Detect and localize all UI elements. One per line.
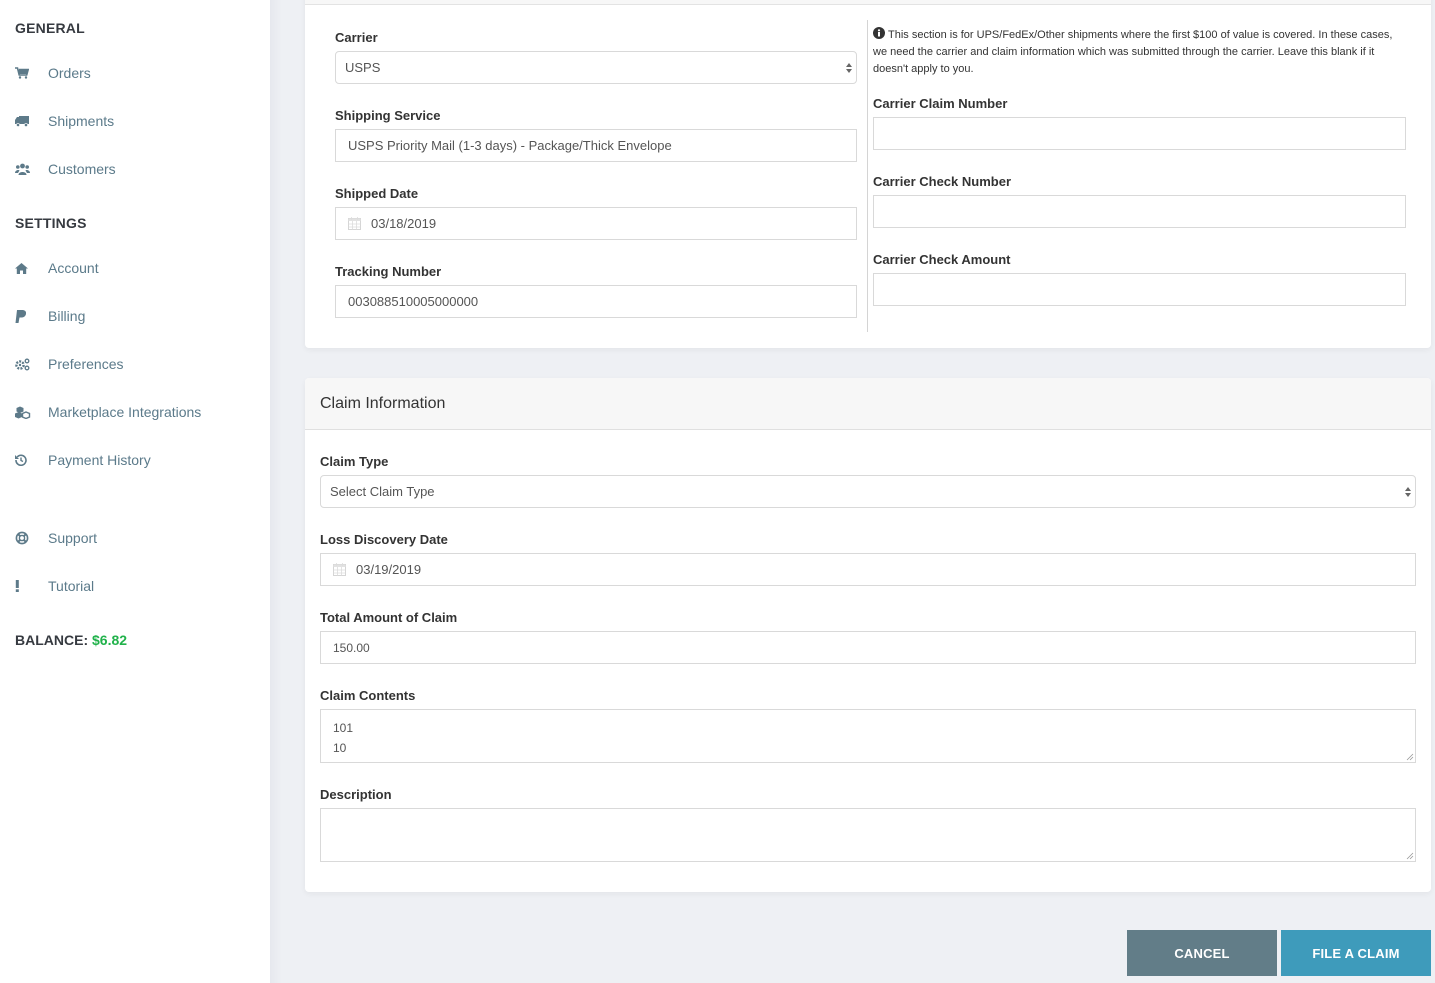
shopping-cart-icon: [15, 65, 48, 81]
tracking-number-input[interactable]: 003088510005000000: [335, 285, 857, 318]
claim-contents-textarea[interactable]: 101 10: [320, 709, 1416, 763]
sidebar-item-label: Billing: [48, 308, 86, 324]
carrier-value: USPS: [345, 60, 381, 75]
carrier-claim-number-label: Carrier Claim Number: [873, 96, 1008, 111]
sidebar: GENERAL Orders Shipments Customers SETTI…: [0, 0, 270, 983]
shipped-date-label: Shipped Date: [335, 186, 419, 201]
info-circle-icon: [873, 27, 885, 39]
settings-heading: SETTINGS: [15, 215, 87, 231]
cubes-icon: [15, 404, 48, 420]
total-amount-value: 150.00: [333, 640, 370, 655]
sidebar-item-label: Preferences: [48, 356, 124, 372]
paypal-icon: [15, 308, 48, 324]
sidebar-item-label: Marketplace Integrations: [48, 404, 202, 420]
sidebar-item-shipments[interactable]: Shipments: [15, 110, 255, 132]
carrier-check-amount-label: Carrier Check Amount: [873, 252, 1011, 267]
sidebar-item-label: Customers: [48, 161, 116, 177]
loss-discovery-date-label: Loss Discovery Date: [320, 532, 448, 547]
calendar-icon: [333, 563, 346, 576]
loss-discovery-date-value: 03/19/2019: [356, 562, 422, 577]
claim-type-label: Claim Type: [320, 454, 389, 469]
sidebar-item-orders[interactable]: Orders: [15, 62, 255, 84]
sidebar-item-label: Account: [48, 260, 99, 276]
sidebar-item-label: Orders: [48, 65, 91, 81]
claim-information-card: Claim Information Claim Type Select Clai…: [305, 378, 1431, 892]
carrier-info-note: This section is for UPS/FedEx/Other ship…: [873, 27, 1393, 78]
claim-contents-line: 10: [333, 741, 347, 755]
claim-contents-line: 101: [333, 721, 354, 735]
file-claim-button[interactable]: FILE A CLAIM: [1281, 930, 1431, 976]
general-heading: GENERAL: [15, 20, 85, 36]
sidebar-item-payment-history[interactable]: Payment History: [15, 449, 255, 471]
shipping-service-value: USPS Priority Mail (1-3 days) - Package/…: [348, 138, 672, 153]
claim-type-placeholder: Select Claim Type: [330, 484, 435, 499]
select-arrows-icon: [1405, 487, 1411, 497]
carrier-check-number-input[interactable]: [873, 195, 1406, 228]
shipped-date-input[interactable]: 03/18/2019: [335, 207, 857, 240]
shipped-date-value: 03/18/2019: [371, 216, 437, 231]
sidebar-item-billing[interactable]: Billing: [15, 305, 255, 327]
claim-card-title: Claim Information: [320, 395, 446, 412]
sidebar-item-account[interactable]: Account: [15, 257, 255, 279]
users-icon: [15, 161, 48, 177]
shipping-service-input[interactable]: USPS Priority Mail (1-3 days) - Package/…: [335, 129, 857, 162]
life-ring-icon: [15, 530, 48, 546]
sidebar-edge: [270, 0, 282, 983]
sidebar-item-marketplace-integrations[interactable]: Marketplace Integrations: [15, 401, 255, 423]
card-header-divider: [305, 4, 1431, 5]
history-icon: [15, 452, 48, 468]
sidebar-item-label: Tutorial: [48, 578, 95, 594]
sidebar-item-tutorial[interactable]: Tutorial: [15, 575, 255, 597]
sidebar-item-label: Shipments: [48, 113, 115, 129]
claim-type-select[interactable]: Select Claim Type: [320, 475, 1416, 508]
resize-grip-icon[interactable]: [1406, 753, 1414, 761]
claim-card-header: Claim Information: [305, 378, 1431, 430]
loss-discovery-date-input[interactable]: 03/19/2019: [320, 553, 1416, 586]
calendar-icon: [348, 217, 361, 230]
total-amount-label: Total Amount of Claim: [320, 610, 458, 625]
select-arrows-icon: [846, 63, 852, 73]
shipment-details-card: Carrier USPS Shipping Service USPS Prior…: [305, 0, 1431, 348]
balance-display: BALANCE: $6.82: [15, 632, 127, 648]
sidebar-item-support[interactable]: Support: [15, 527, 255, 549]
cancel-button[interactable]: CANCEL: [1127, 930, 1277, 976]
sidebar-item-customers[interactable]: Customers: [15, 158, 255, 180]
cogs-icon: [15, 356, 48, 372]
description-label: Description: [320, 787, 392, 802]
sidebar-item-preferences[interactable]: Preferences: [15, 353, 255, 375]
home-icon: [15, 260, 48, 276]
resize-grip-icon[interactable]: [1406, 852, 1414, 860]
description-textarea[interactable]: [320, 808, 1416, 862]
tracking-number-value: 003088510005000000: [348, 294, 479, 309]
carrier-select[interactable]: USPS: [335, 51, 857, 84]
balance-amount: $6.82: [92, 632, 128, 648]
info-text: This section is for UPS/FedEx/Other ship…: [873, 29, 1393, 75]
carrier-label: Carrier: [335, 30, 378, 45]
sidebar-item-label: Payment History: [48, 452, 151, 468]
total-amount-input[interactable]: 150.00: [320, 631, 1416, 664]
carrier-check-number-label: Carrier Check Number: [873, 174, 1011, 189]
tracking-number-label: Tracking Number: [335, 264, 442, 279]
carrier-check-amount-input[interactable]: [873, 273, 1406, 306]
carrier-claim-number-input[interactable]: [873, 117, 1406, 150]
shipping-service-label: Shipping Service: [335, 108, 441, 123]
sidebar-item-label: Support: [48, 530, 98, 546]
balance-label: BALANCE:: [15, 632, 89, 648]
column-divider: [867, 20, 868, 332]
truck-icon: [15, 113, 48, 129]
claim-contents-label: Claim Contents: [320, 688, 416, 703]
exclamation-icon: [15, 578, 48, 594]
